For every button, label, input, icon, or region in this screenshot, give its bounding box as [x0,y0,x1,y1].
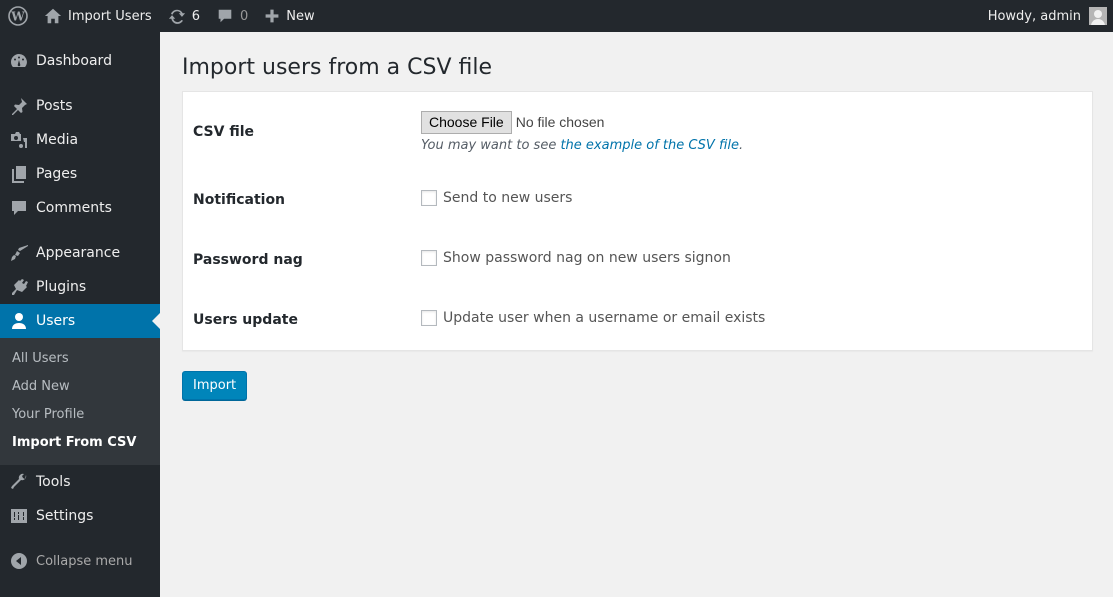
plus-icon [265,9,279,23]
sidebar-item-tools[interactable]: Tools [0,465,160,499]
svg-text:W: W [10,10,25,24]
sliders-icon [11,509,27,523]
home-icon [44,8,62,24]
new-content-link[interactable]: New [256,0,322,32]
pages-icon [12,166,26,183]
users-update-row: Users update Update user when a username… [193,310,1092,328]
sidebar-item-label: Users [36,313,76,329]
csv-file-description: You may want to see the example of the C… [421,138,743,153]
send-to-new-users-checkbox[interactable] [421,190,437,206]
pin-icon [12,98,27,115]
user-icon [12,313,26,329]
sidebar-item-dashboard[interactable]: Dashboard [0,44,160,78]
sidebar-item-label: Tools [36,474,71,490]
sidebar-item-label: Settings [36,508,94,524]
csv-example-link[interactable]: the example of the CSV file [560,138,739,153]
submenu-your-profile[interactable]: Your Profile [0,401,160,429]
wordpress-logo-button[interactable]: W [0,0,36,32]
import-button[interactable]: Import [182,371,248,400]
sidebar-item-appearance[interactable]: Appearance [0,236,160,270]
collapse-icon [11,553,27,569]
comment-icon [218,9,232,23]
media-icon [11,132,27,148]
sidebar-item-label: Comments [36,200,112,216]
comments-count: 0 [239,8,249,24]
choose-file-button[interactable]: Choose File [421,111,512,134]
password-nag-row: Password nag Show password nag on new us… [193,250,1092,268]
comments-link[interactable]: 0 [208,0,256,32]
sidebar-item-label: Media [36,132,79,148]
users-update-checkbox-label[interactable]: Update user when a username or email exi… [443,310,765,326]
comment-icon [12,201,26,215]
sidebar-item-label: Dashboard [36,53,112,69]
wordpress-icon: W [8,6,28,26]
sidebar-item-label: Plugins [36,279,87,295]
description-suffix: . [738,138,744,153]
site-name: Import Users [68,8,152,24]
file-status: No file chosen [515,114,605,130]
admin-bar: W Import Users 6 0 New Howdy, admin [0,0,1113,32]
sidebar-item-pages[interactable]: Pages [0,157,160,191]
updates-count: 6 [191,8,200,24]
send-to-new-users-label[interactable]: Send to new users [443,190,572,206]
sidebar-item-posts[interactable]: Posts [0,89,160,123]
dashboard-icon [11,54,27,67]
new-label: New [286,8,315,24]
site-name-link[interactable]: Import Users [36,0,160,32]
greeting: Howdy, admin [987,8,1081,24]
main-content: Import users from a CSV file CSV file Ch… [182,32,1093,400]
wrench-icon [11,473,27,489]
sidebar-item-label: Posts [36,98,73,114]
updates-icon [168,9,185,24]
sidebar-item-media[interactable]: Media [0,123,160,157]
plug-icon [12,279,28,295]
sidebar-item-plugins[interactable]: Plugins [0,270,160,304]
notification-row: Notification Send to new users [193,190,1092,208]
my-account-link[interactable]: Howdy, admin [980,0,1113,32]
import-form-card: CSV file Choose File No file chosen You m… [182,91,1093,351]
admin-sidebar: Dashboard Posts Media Pages Comments App… [0,32,160,597]
sidebar-item-label: Appearance [36,245,121,261]
csv-file-label: CSV file [193,124,254,140]
users-submenu: All Users Add New Your Profile Import Fr… [0,338,160,465]
collapse-label: Collapse menu [36,553,133,569]
submenu-add-new[interactable]: Add New [0,373,160,401]
users-update-label: Users update [193,312,298,328]
sidebar-item-label: Pages [36,166,78,182]
brush-icon [11,245,28,261]
notification-label: Notification [193,192,286,208]
collapse-menu-button[interactable]: Collapse menu [0,544,160,578]
sidebar-item-users[interactable]: Users [0,304,160,338]
csv-file-row: CSV file Choose File No file chosen You m… [193,111,1092,153]
page-title: Import users from a CSV file [182,55,492,80]
password-nag-label: Password nag [193,252,303,268]
password-nag-checkbox-label[interactable]: Show password nag on new users signon [443,250,731,266]
sidebar-item-comments[interactable]: Comments [0,191,160,225]
updates-link[interactable]: 6 [160,0,208,32]
submenu-import-from-csv[interactable]: Import From CSV [0,429,160,457]
sidebar-item-settings[interactable]: Settings [0,499,160,533]
avatar [1089,7,1107,25]
description-text: You may want to see [421,138,561,153]
password-nag-checkbox[interactable] [421,250,437,266]
submenu-all-users[interactable]: All Users [0,345,160,373]
users-update-checkbox[interactable] [421,310,437,326]
